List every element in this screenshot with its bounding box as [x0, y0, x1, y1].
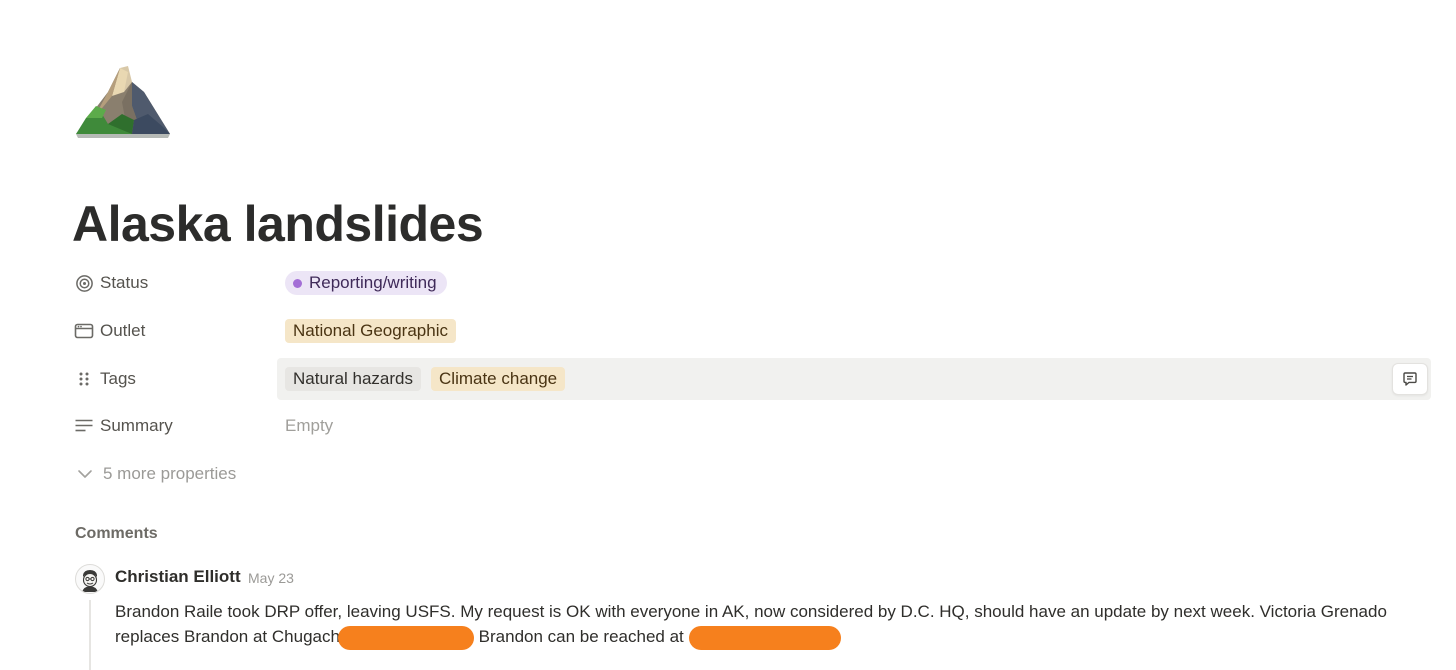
more-properties-label: 5 more properties: [103, 464, 237, 483]
outlet-pill[interactable]: National Geographic: [285, 319, 456, 343]
comment-date: May 23: [248, 570, 294, 586]
status-pill[interactable]: Reporting/writing: [285, 271, 447, 295]
tag-pill-climate-change[interactable]: Climate change: [431, 367, 566, 391]
status-target-icon: [74, 273, 94, 293]
property-value-status[interactable]: Reporting/writing: [277, 262, 1431, 304]
property-name-outlet[interactable]: Outlet: [74, 310, 145, 352]
comment-text: Brandon can be reached at: [473, 627, 684, 646]
property-name-tags[interactable]: Tags: [74, 358, 136, 400]
status-dot: [293, 278, 302, 288]
comment-icon: [1403, 372, 1417, 386]
redaction-mark: [688, 625, 841, 650]
notion-page: Alaska landslides Status Reporting/writi…: [0, 0, 1456, 670]
summary-empty-placeholder: Empty: [285, 416, 334, 435]
drag-handle-icon[interactable]: [74, 369, 94, 389]
comment-body: Brandon Raile took DRP offer, leaving US…: [115, 599, 1445, 650]
comment-author[interactable]: Christian Elliott: [115, 567, 241, 587]
property-summary: Summary Empty: [0, 405, 1456, 447]
status-value: Reporting/writing: [309, 273, 437, 292]
page-title[interactable]: Alaska landslides: [72, 192, 484, 256]
tag-pill-natural-hazards[interactable]: Natural hazards: [285, 367, 422, 391]
avatar[interactable]: [75, 564, 105, 594]
lines-text-icon: [74, 416, 94, 436]
add-comment-button[interactable]: [1392, 363, 1428, 395]
property-label: Outlet: [100, 321, 146, 340]
property-label: Tags: [100, 369, 136, 388]
more-properties-toggle[interactable]: 5 more properties: [76, 462, 236, 486]
redaction-mark: [337, 625, 474, 650]
browser-window-icon: [74, 321, 94, 341]
comments-heading: Comments: [75, 525, 158, 542]
property-name-summary[interactable]: Summary: [74, 405, 173, 447]
property-label: Status: [100, 273, 149, 292]
property-value-summary[interactable]: Empty: [277, 405, 1431, 447]
thread-line: [89, 600, 91, 670]
chevron-down-icon: [78, 470, 92, 478]
property-tags: Tags Natural hazards Climate change: [0, 358, 1456, 400]
property-value-outlet[interactable]: National Geographic: [277, 310, 1431, 352]
property-value-tags[interactable]: Natural hazards Climate change: [277, 358, 1431, 400]
property-name-status[interactable]: Status: [74, 262, 148, 304]
property-label: Summary: [100, 416, 173, 435]
property-outlet: Outlet National Geographic: [0, 310, 1456, 352]
property-status: Status Reporting/writing: [0, 262, 1456, 304]
mountain-emoji-icon[interactable]: [72, 62, 172, 142]
